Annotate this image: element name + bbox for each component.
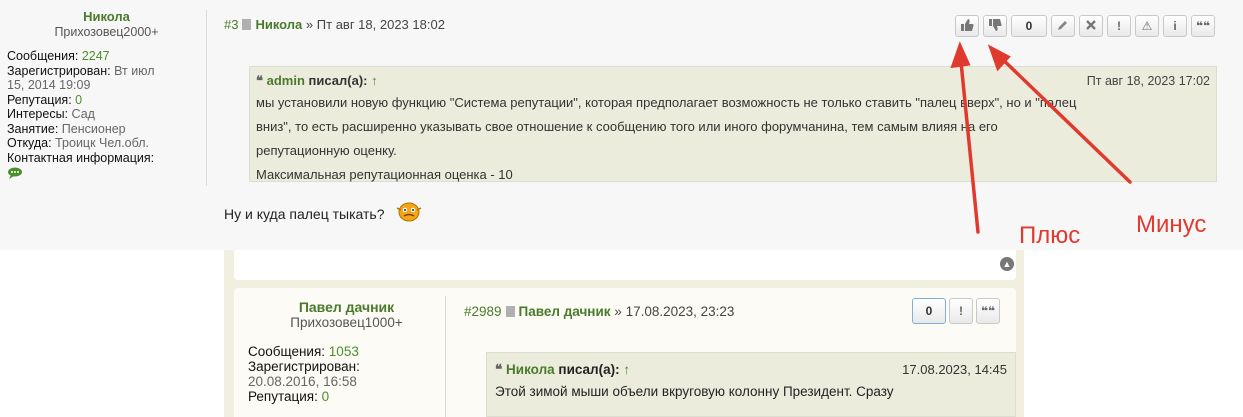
minus-arrow [994,51,1132,184]
minus-arrowhead [987,44,1011,72]
plus-arrowhead [950,41,971,69]
plus-arrow [958,50,980,234]
plus-annotation-label: Плюс [1019,222,1081,249]
annotation-arrows [950,41,1132,234]
minus-annotation-label: Минус [1136,211,1207,238]
